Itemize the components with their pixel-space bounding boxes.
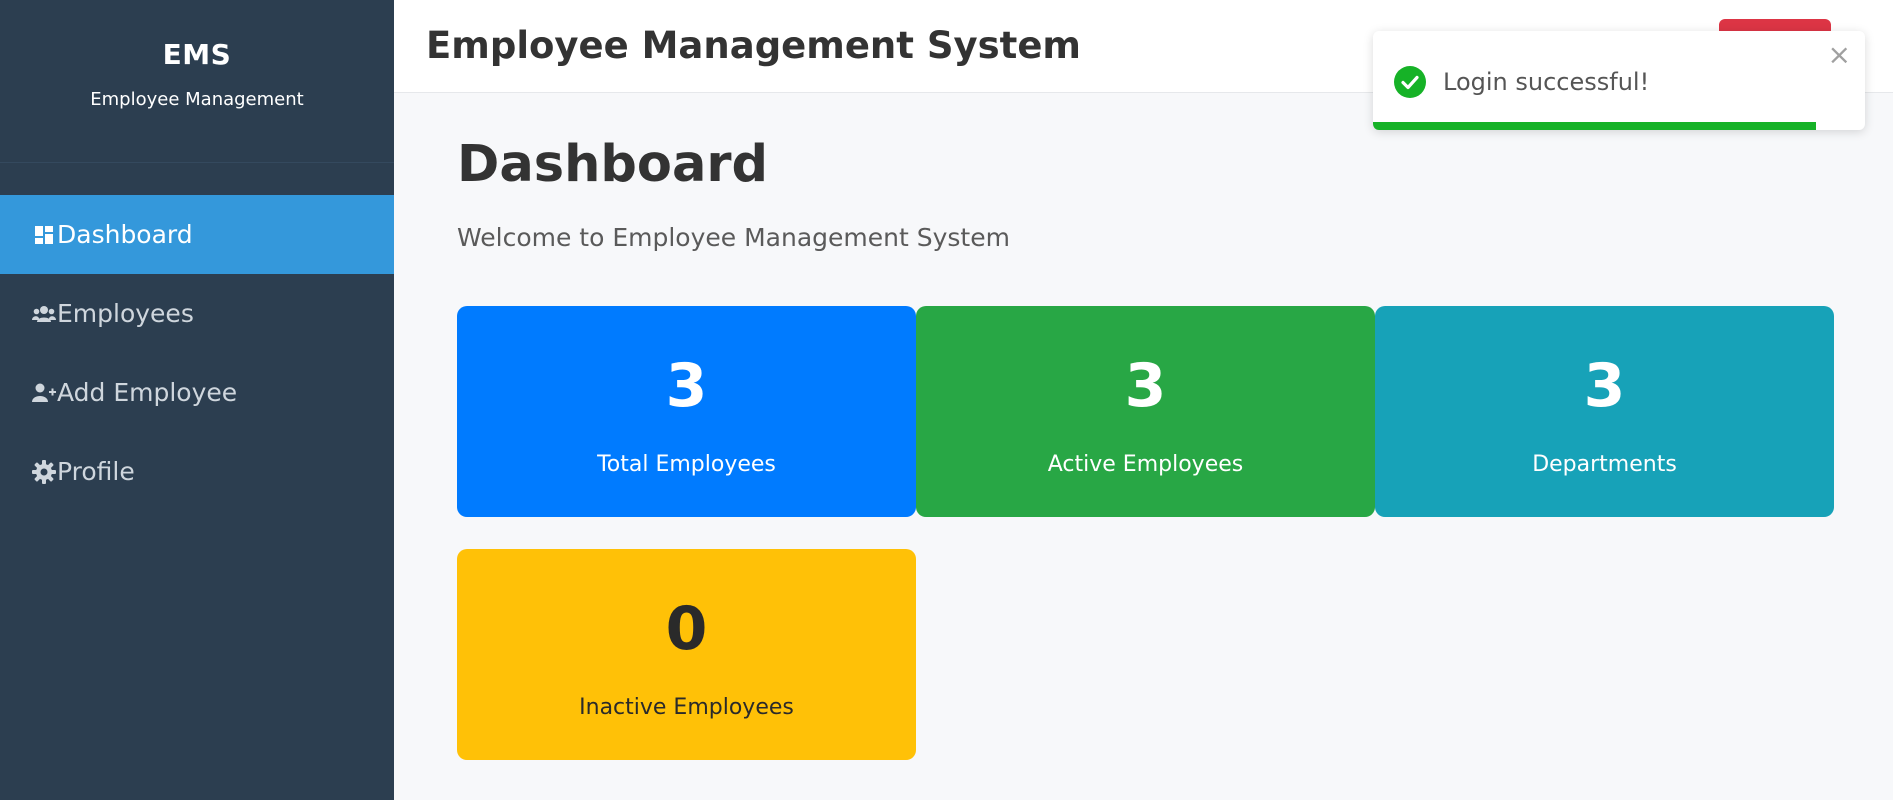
- sidebar-item-label: Dashboard: [57, 220, 193, 249]
- stat-value: 3: [665, 351, 708, 421]
- stat-value: 0: [665, 594, 708, 664]
- stat-card-inactive-employees: 0 Inactive Employees: [457, 549, 916, 760]
- welcome-text: Welcome to Employee Management System: [457, 223, 1010, 252]
- brand-title: EMS: [162, 38, 232, 71]
- sidebar-nav: Dashboard Employees Add Employee Profile: [0, 195, 394, 511]
- stat-label: Inactive Employees: [579, 695, 794, 720]
- check-circle-icon: [1394, 66, 1426, 98]
- toast-notification: Login successful! ×: [1373, 31, 1865, 130]
- users-icon: [31, 301, 57, 327]
- stat-label: Departments: [1532, 452, 1677, 477]
- toast-message: Login successful!: [1443, 68, 1650, 96]
- app-title: Employee Management System: [426, 24, 1081, 67]
- sidebar-item-label: Profile: [57, 457, 135, 486]
- stat-card-total-employees: 3 Total Employees: [457, 306, 916, 517]
- brand-subtitle: Employee Management: [90, 89, 304, 110]
- stat-label: Total Employees: [597, 452, 776, 477]
- toast-progress-bar: [1373, 122, 1816, 130]
- stat-value: 3: [1583, 351, 1626, 421]
- sidebar-item-label: Employees: [57, 299, 194, 328]
- stat-label: Active Employees: [1047, 452, 1244, 477]
- sidebar-item-profile[interactable]: Profile: [0, 432, 394, 511]
- brand: EMS Employee Management: [0, 0, 394, 163]
- sidebar-item-add-employee[interactable]: Add Employee: [0, 353, 394, 432]
- sidebar-item-dashboard[interactable]: Dashboard: [0, 195, 394, 274]
- sidebar-item-employees[interactable]: Employees: [0, 274, 394, 353]
- sidebar-item-label: Add Employee: [57, 378, 238, 407]
- close-icon[interactable]: ×: [1828, 41, 1851, 69]
- stat-card-departments: 3 Departments: [1375, 306, 1834, 517]
- toast-progress-track: [1373, 122, 1865, 130]
- dashboard-icon: [31, 222, 57, 248]
- stat-value: 3: [1124, 351, 1167, 421]
- main-content: Dashboard Welcome to Employee Management…: [394, 93, 1893, 800]
- gear-icon: [31, 459, 57, 485]
- sidebar: EMS Employee Management Dashboard Employ…: [0, 0, 394, 800]
- stat-card-active-employees: 3 Active Employees: [916, 306, 1375, 517]
- page-title: Dashboard: [457, 135, 769, 194]
- user-plus-icon: [31, 380, 57, 406]
